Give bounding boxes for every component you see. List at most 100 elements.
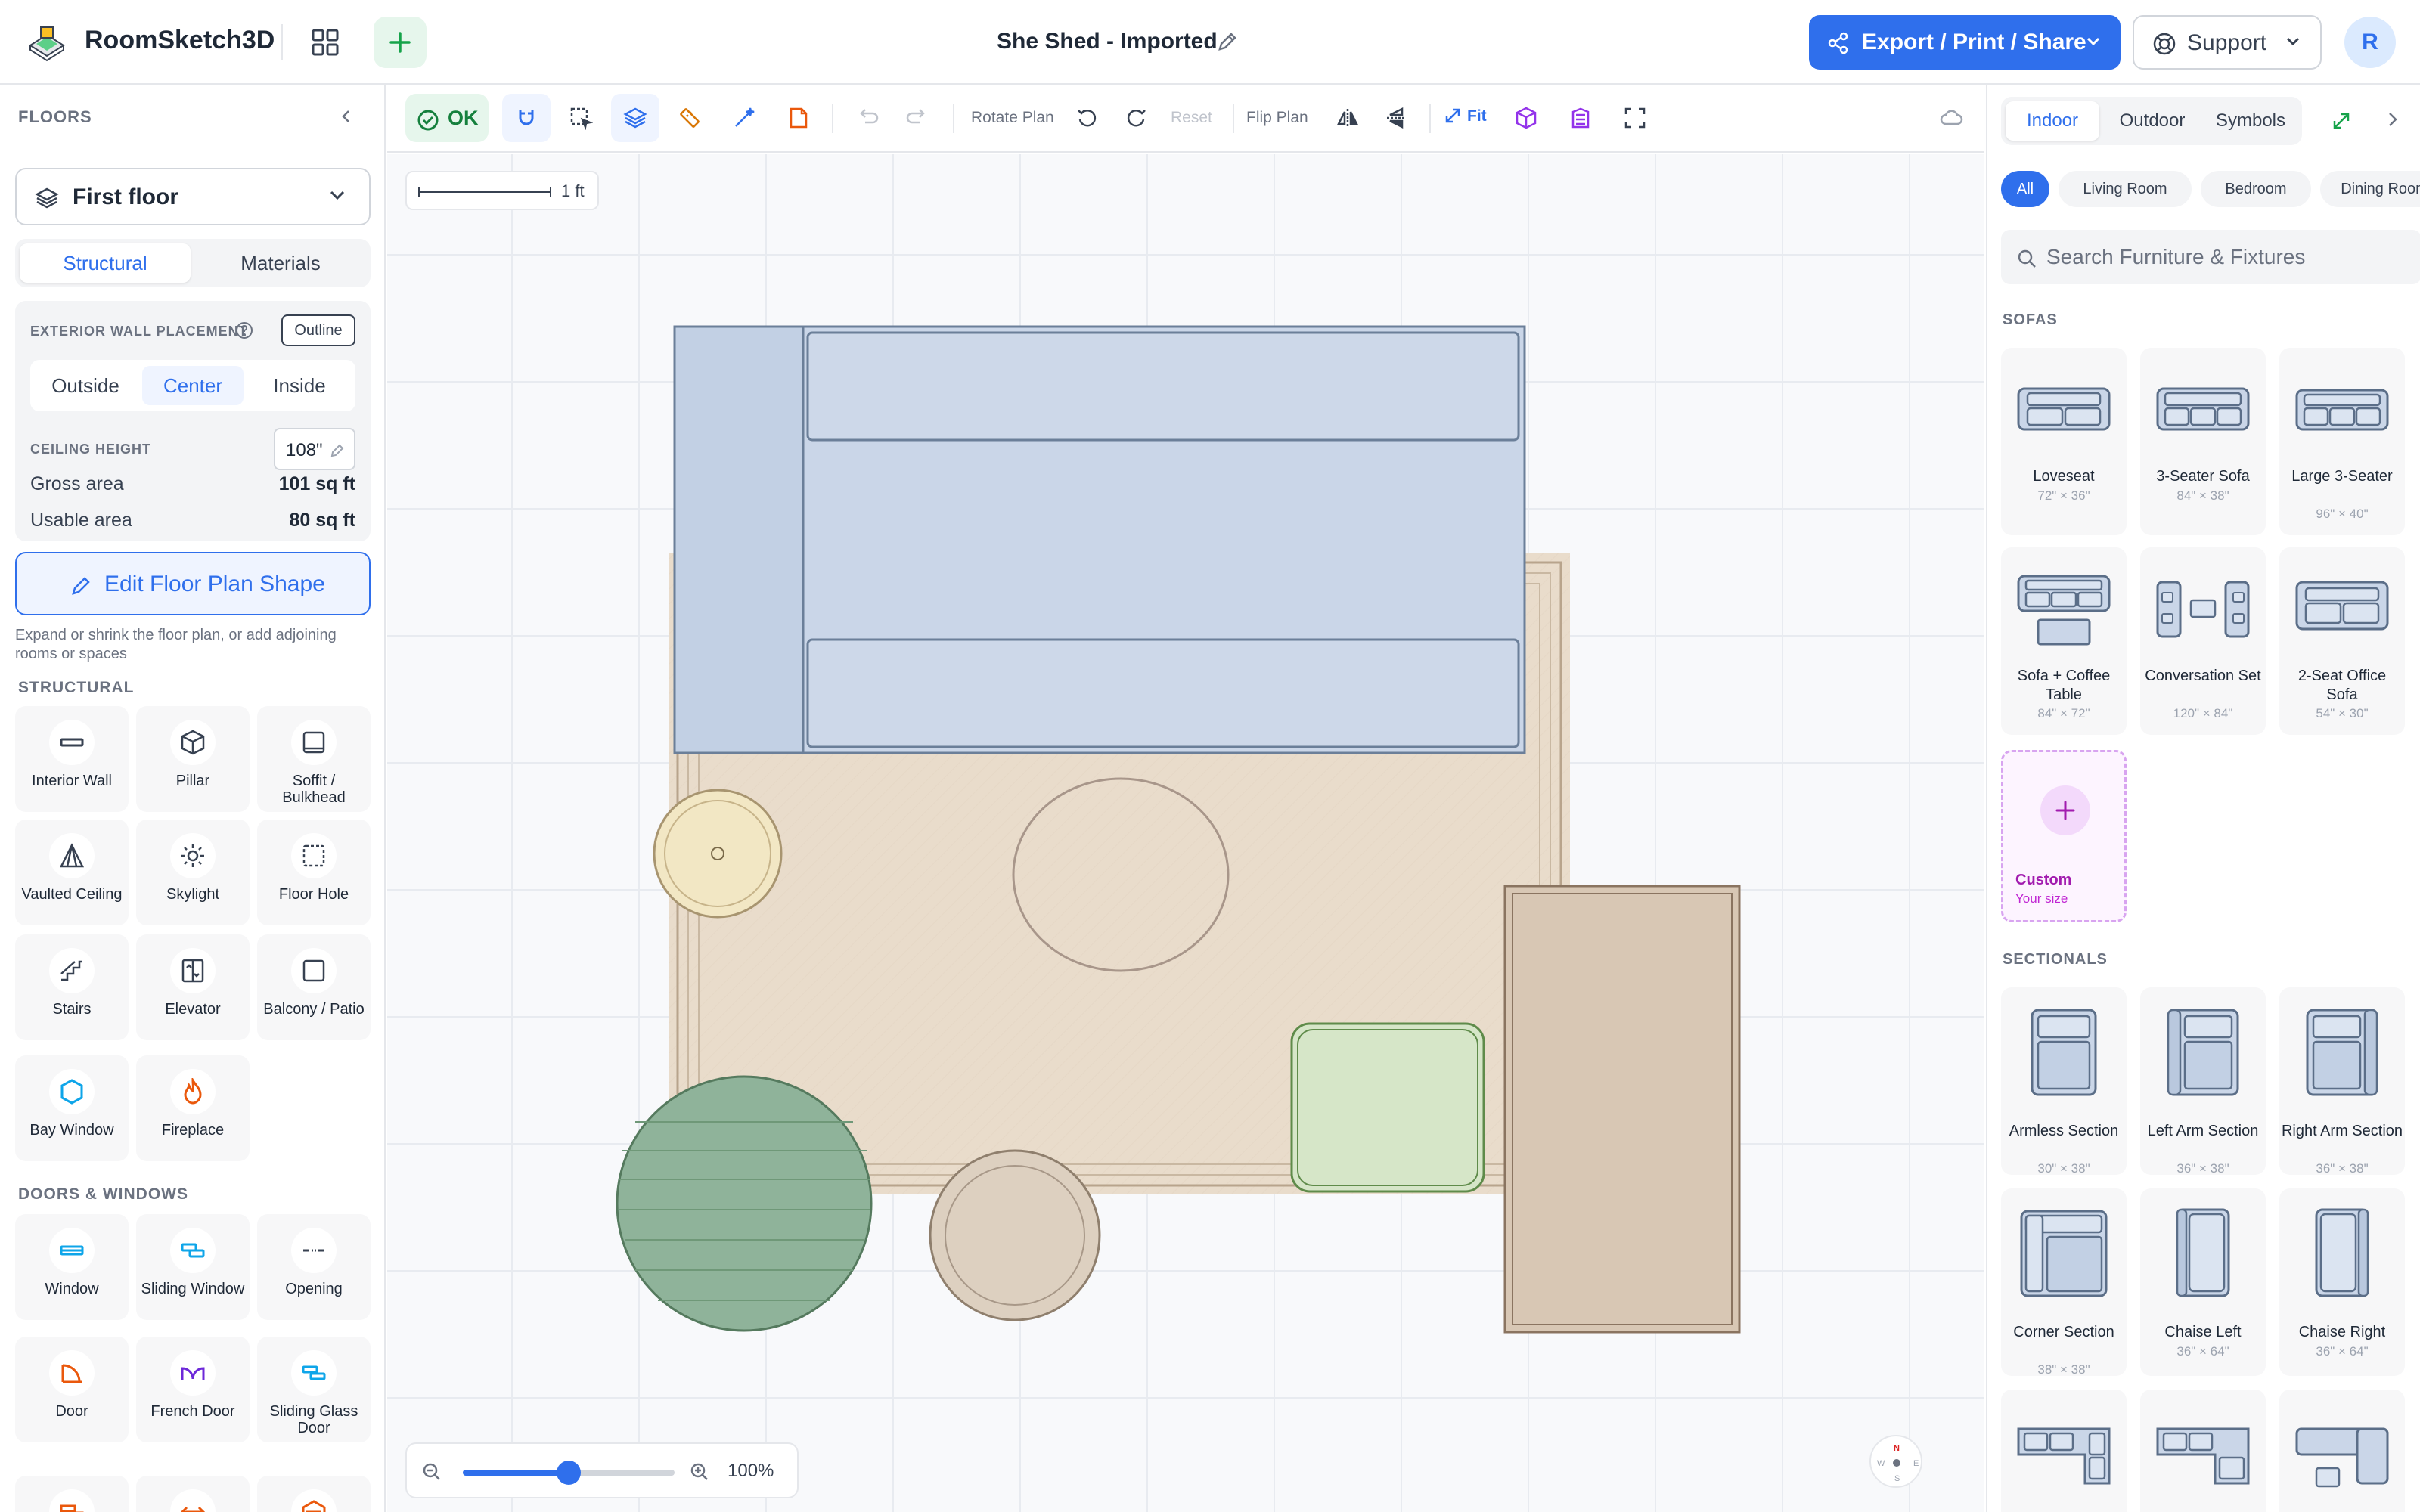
collapse-panel-icon[interactable] xyxy=(337,107,355,125)
floor-select[interactable]: First floor xyxy=(15,168,371,225)
fullscreen-button[interactable] xyxy=(1611,94,1659,142)
tool-window[interactable]: Window xyxy=(15,1214,129,1320)
placement-outside[interactable]: Outside xyxy=(36,366,135,405)
sofa-coffee-table-icon xyxy=(2017,575,2111,646)
zoom-slider[interactable] xyxy=(463,1461,675,1485)
catalog-item-left-arm-section[interactable]: Left Arm Section 36" × 38" xyxy=(2140,987,2266,1176)
catalog-item-corner-section[interactable]: Corner Section 38" × 38" xyxy=(2001,1188,2127,1377)
catalog-item-chaise-right[interactable]: Chaise Right 36" × 64" xyxy=(2279,1188,2405,1376)
redo-button[interactable] xyxy=(894,94,942,142)
document-title[interactable]: She Shed - Imported xyxy=(997,29,1218,54)
expand-panel-icon[interactable] xyxy=(2331,110,2352,132)
ok-label: OK xyxy=(448,107,479,129)
sectionals-section-title: SECTIONALS xyxy=(2003,951,2108,968)
cloud-sync-button[interactable] xyxy=(1927,94,1975,142)
help-icon[interactable] xyxy=(234,321,254,340)
tool-more-2[interactable] xyxy=(136,1476,250,1512)
ceiling-height-input[interactable]: 108" xyxy=(274,428,355,470)
floor-plan-drawing[interactable] xyxy=(387,154,1984,1512)
catalog-item-sofa-coffee-table[interactable]: Sofa + Coffee Table 84" × 72" xyxy=(2001,547,2127,735)
round-green-rug[interactable] xyxy=(616,1075,873,1332)
validation-ok-badge[interactable]: OK xyxy=(405,94,489,142)
flip-vertical-button[interactable] xyxy=(1372,94,1420,142)
tool-more-1[interactable] xyxy=(15,1476,129,1512)
magic-wand-button[interactable] xyxy=(720,94,768,142)
furniture-search-input[interactable]: Search Furniture & Fixtures xyxy=(2001,230,2420,284)
tool-floor-hole[interactable]: Floor Hole xyxy=(257,820,371,925)
tool-sliding-glass-door[interactable]: Sliding Glass Door xyxy=(257,1337,371,1442)
bed[interactable] xyxy=(673,325,1526,754)
chip-all[interactable]: All xyxy=(2001,171,2049,207)
tab-symbols[interactable]: Symbols xyxy=(2204,101,2297,141)
rotate-left-button[interactable] xyxy=(1063,94,1112,142)
catalog-item-loveseat[interactable]: Loveseat 72" × 36" xyxy=(2001,348,2127,535)
catalog-item-large-3-seater[interactable]: Large 3-Seater 96" × 40" xyxy=(2279,348,2405,535)
tab-outdoor[interactable]: Outdoor xyxy=(2107,101,2198,141)
tool-door[interactable]: Door xyxy=(15,1337,129,1442)
tool-sliding-window[interactable]: Sliding Window xyxy=(136,1214,250,1320)
catalog-item-armless-section[interactable]: Armless Section 30" × 38" xyxy=(2001,987,2127,1176)
catalog-item-right-arm-section[interactable]: Right Arm Section 36" × 38" xyxy=(2279,987,2405,1176)
select-area-button[interactable] xyxy=(557,94,605,142)
floor-plan-canvas[interactable]: 1 ft 100% N W E S xyxy=(387,154,1984,1512)
catalog-item-chaise-left[interactable]: Chaise Left 36" × 64" xyxy=(2140,1188,2266,1376)
notes-button[interactable] xyxy=(774,94,823,142)
tool-interior-wall[interactable]: Interior Wall xyxy=(15,706,129,812)
custom-size-item[interactable]: Custom Your size xyxy=(2001,750,2127,922)
new-project-button[interactable] xyxy=(374,17,427,68)
magnet-icon xyxy=(519,110,534,125)
tool-skylight[interactable]: Skylight xyxy=(136,820,250,925)
tool-stairs[interactable]: Stairs xyxy=(15,934,129,1040)
3d-view-button[interactable] xyxy=(1502,94,1550,142)
logo-icon[interactable] xyxy=(26,23,68,62)
layers-button[interactable] xyxy=(611,94,659,142)
support-button[interactable]: Support xyxy=(2133,15,2322,70)
desk[interactable] xyxy=(1503,885,1741,1334)
rotate-right-button[interactable] xyxy=(1112,94,1160,142)
catalog-item-conversation-set[interactable]: Conversation Set 120" × 84" xyxy=(2140,547,2266,735)
magnet-snap-button[interactable] xyxy=(502,94,551,142)
chevron-right-icon[interactable] xyxy=(2384,110,2402,129)
dashboard-grid-icon[interactable] xyxy=(309,26,342,59)
catalog-item-3-seater-sofa[interactable]: 3-Seater Sofa 84" × 38" xyxy=(2140,348,2266,535)
reset-rotation-button[interactable]: Reset xyxy=(1171,109,1212,127)
tool-vaulted-ceiling[interactable]: Vaulted Ceiling xyxy=(15,820,129,925)
tool-french-door[interactable]: French Door xyxy=(136,1337,250,1442)
outline-button[interactable]: Outline xyxy=(281,314,355,346)
catalog-item-sectional-8[interactable] xyxy=(2140,1390,2266,1512)
tool-opening[interactable]: Opening xyxy=(257,1214,371,1320)
placement-center[interactable]: Center xyxy=(142,366,244,405)
export-print-share-button[interactable]: Export / Print / Share xyxy=(1809,15,2121,70)
chip-dining-room[interactable]: Dining Room xyxy=(2320,171,2420,207)
divider xyxy=(832,104,833,133)
tool-pillar[interactable]: Pillar xyxy=(136,706,250,812)
undo-button[interactable] xyxy=(842,94,891,142)
round-ottoman[interactable] xyxy=(929,1149,1101,1321)
tool-elevator[interactable]: Elevator xyxy=(136,934,250,1040)
armchair[interactable] xyxy=(1290,1022,1485,1193)
measure-button[interactable] xyxy=(666,94,714,142)
tab-materials[interactable]: Materials xyxy=(195,243,366,283)
tab-structural[interactable]: Structural xyxy=(20,243,191,283)
chip-living-room[interactable]: Living Room xyxy=(2059,171,2192,207)
edit-floor-plan-shape-button[interactable]: Edit Floor Plan Shape xyxy=(15,552,371,615)
chip-bedroom[interactable]: Bedroom xyxy=(2201,171,2311,207)
tool-fireplace[interactable]: Fireplace xyxy=(136,1055,250,1161)
tool-more-3[interactable] xyxy=(257,1476,371,1512)
user-avatar[interactable]: R xyxy=(2344,17,2396,68)
zoom-slider-handle[interactable] xyxy=(557,1461,581,1485)
divider xyxy=(1233,104,1234,133)
flip-horizontal-button[interactable] xyxy=(1323,94,1372,142)
rename-pencil-icon[interactable] xyxy=(1216,30,1239,53)
tab-indoor[interactable]: Indoor xyxy=(2006,101,2099,141)
tool-bay-window[interactable]: Bay Window xyxy=(15,1055,129,1161)
tool-soffit-bulkhead[interactable]: Soffit / Bulkhead xyxy=(257,706,371,812)
round-side-table[interactable] xyxy=(653,789,783,919)
tool-balcony-patio[interactable]: Balcony / Patio xyxy=(257,934,371,1040)
catalog-item-sectional-9[interactable] xyxy=(2279,1390,2405,1512)
compass-widget[interactable]: N W E S xyxy=(1869,1435,1922,1488)
catalog-item-2-seat-office-sofa[interactable]: 2-Seat Office Sofa 54" × 30" xyxy=(2279,547,2405,735)
elevation-view-button[interactable] xyxy=(1556,94,1605,142)
catalog-item-sectional-7[interactable] xyxy=(2001,1390,2127,1512)
placement-inside[interactable]: Inside xyxy=(250,366,349,405)
